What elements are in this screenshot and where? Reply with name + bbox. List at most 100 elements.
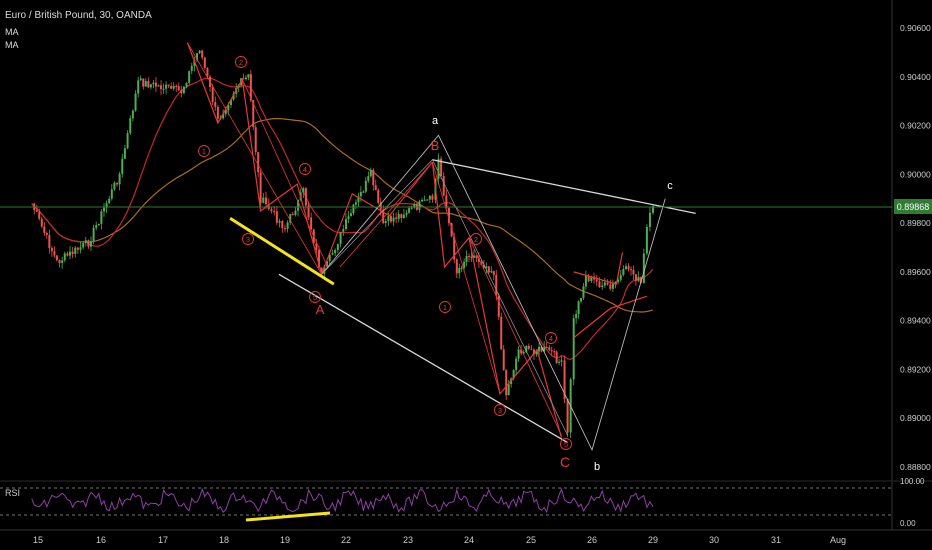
candle-body bbox=[198, 50, 201, 54]
candle-body bbox=[278, 221, 281, 223]
wave-number-2b[interactable]: 2 bbox=[474, 235, 478, 244]
time-tick-label: 16 bbox=[96, 535, 106, 545]
candle-body bbox=[45, 232, 48, 235]
candle-body bbox=[545, 346, 548, 348]
candle-body bbox=[175, 86, 178, 88]
candle-body bbox=[630, 269, 633, 271]
wave-number-1[interactable]: 1 bbox=[202, 147, 206, 156]
candle-body bbox=[408, 208, 411, 213]
wave-label-b[interactable]: b bbox=[594, 461, 600, 473]
candle-body bbox=[95, 225, 98, 228]
price-tick-label: 0.89200 bbox=[900, 364, 931, 374]
candle-body bbox=[131, 110, 134, 119]
time-tick-label: 22 bbox=[341, 535, 351, 545]
candle-body bbox=[349, 213, 352, 217]
wave-number-4b[interactable]: 4 bbox=[549, 334, 553, 343]
candle-body bbox=[487, 266, 490, 273]
candle-body bbox=[577, 301, 580, 315]
candle-body bbox=[384, 221, 387, 223]
candle-body bbox=[517, 349, 520, 359]
candle-body bbox=[560, 360, 563, 362]
ma-legend-2[interactable]: MA bbox=[5, 40, 19, 50]
candle-body bbox=[55, 255, 58, 261]
candle-body bbox=[342, 229, 345, 232]
wave-label-A[interactable]: A bbox=[316, 302, 325, 317]
candle-body bbox=[490, 271, 493, 273]
candle-body bbox=[336, 244, 339, 250]
candle-body bbox=[389, 216, 392, 222]
candle-body bbox=[609, 284, 612, 289]
candle-body bbox=[460, 267, 463, 269]
candle-body bbox=[492, 271, 495, 275]
candle-body bbox=[507, 384, 510, 396]
candle-body bbox=[334, 249, 337, 254]
candle-body bbox=[575, 314, 578, 319]
wave-number-5[interactable]: 5 bbox=[313, 293, 317, 302]
candle-body bbox=[147, 81, 150, 88]
price-tick-label: 0.90000 bbox=[900, 169, 931, 179]
candle-body bbox=[632, 270, 635, 275]
candle-body bbox=[97, 223, 100, 226]
candle-body bbox=[339, 231, 342, 245]
time-tick-label: 30 bbox=[709, 535, 719, 545]
wave-number-3[interactable]: 3 bbox=[246, 235, 250, 244]
candle-body bbox=[294, 210, 297, 215]
candle-body bbox=[110, 189, 113, 199]
wave-number-3b[interactable]: 3 bbox=[498, 406, 502, 415]
candle-body bbox=[465, 255, 468, 262]
candle-body bbox=[515, 358, 518, 371]
candle-body bbox=[162, 88, 165, 90]
candle-body bbox=[598, 281, 601, 288]
wave-number-1b[interactable]: 1 bbox=[443, 303, 447, 312]
wave-number-5b[interactable]: 5 bbox=[564, 440, 568, 449]
candle-body bbox=[270, 209, 273, 212]
candle-body bbox=[53, 251, 56, 256]
candle-body bbox=[362, 191, 365, 193]
ma-legend-1[interactable]: MA bbox=[5, 27, 19, 37]
candle-body bbox=[203, 57, 206, 68]
wave-number-4[interactable]: 4 bbox=[303, 165, 307, 174]
rsi-label: RSI bbox=[5, 488, 20, 498]
candle-body bbox=[84, 240, 87, 243]
candle-body bbox=[103, 207, 105, 212]
candle-body bbox=[601, 285, 604, 288]
candle-body bbox=[214, 101, 217, 107]
candle-body bbox=[247, 74, 250, 78]
candle-body bbox=[354, 202, 357, 205]
wave-label-c[interactable]: c bbox=[667, 180, 673, 192]
candle-body bbox=[463, 261, 466, 268]
candle-body bbox=[624, 266, 627, 270]
candle-body bbox=[331, 253, 334, 255]
candle-body bbox=[580, 297, 583, 302]
candle-body bbox=[61, 260, 64, 264]
candle-body bbox=[126, 133, 129, 149]
time-tick-label: 24 bbox=[464, 535, 474, 545]
candle-body bbox=[572, 318, 575, 380]
time-tick-label: 23 bbox=[403, 535, 413, 545]
candle-body bbox=[113, 182, 116, 190]
candle-body bbox=[410, 207, 413, 209]
candle-body bbox=[582, 286, 585, 298]
rsi-level-100: 100.00 bbox=[900, 477, 925, 486]
candle-body bbox=[392, 217, 395, 222]
chart-canvas[interactable]: 1234512345aBAC bc 0.906000.904000.902000.… bbox=[0, 0, 932, 550]
candle-body bbox=[310, 217, 313, 230]
wave-label-B[interactable]: B bbox=[431, 138, 440, 153]
candle-body bbox=[527, 345, 530, 349]
last-price-label: 0.89868 bbox=[897, 202, 930, 212]
candle-body bbox=[553, 351, 556, 353]
candle-body bbox=[185, 82, 188, 87]
candle-body bbox=[637, 277, 640, 281]
candle-body bbox=[555, 351, 558, 363]
candle-body bbox=[418, 201, 421, 210]
candle-body bbox=[603, 282, 606, 286]
candle-body bbox=[123, 148, 126, 159]
price-tick-label: 0.89400 bbox=[900, 316, 931, 326]
wave-label-C[interactable]: C bbox=[560, 454, 570, 470]
candle-body bbox=[367, 176, 370, 181]
candle-body bbox=[372, 169, 375, 186]
candle-body bbox=[177, 86, 180, 91]
wave-number-2[interactable]: 2 bbox=[239, 58, 243, 67]
wave-label-a[interactable]: a bbox=[432, 115, 439, 127]
candle-body bbox=[566, 398, 569, 433]
